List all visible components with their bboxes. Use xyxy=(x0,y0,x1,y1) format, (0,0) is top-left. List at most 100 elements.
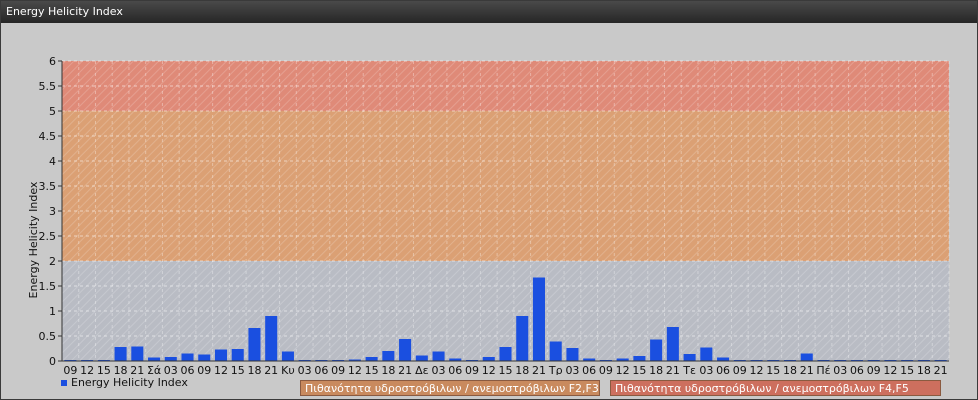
bar-21 xyxy=(415,355,428,361)
x-tick-label-23: 06 xyxy=(448,364,462,375)
x-axis: 09 12 15 18 21 Σά 03 06 09 12 15 18 21 Κυ 03 06 09 12 15 18… xyxy=(62,360,949,375)
bar-10 xyxy=(231,349,244,361)
x-tick-label-34: 15 xyxy=(632,364,646,375)
x-tick-label-32: 09 xyxy=(599,364,613,375)
x-tick-label-38: 03 xyxy=(699,364,713,375)
x-tick-label-12: 21 xyxy=(264,364,278,375)
x-tick-label-41: 12 xyxy=(750,364,764,375)
x-tick-label-0: 09 xyxy=(63,364,77,375)
bar-44 xyxy=(800,353,813,361)
series-legend: Energy Helicity Index xyxy=(61,376,188,389)
bar-19 xyxy=(382,351,395,361)
x-tick-label-49: 12 xyxy=(883,364,897,375)
bar-26 xyxy=(499,347,512,361)
bar-3 xyxy=(114,347,127,361)
x-tick-label-25: 12 xyxy=(482,364,496,375)
x-tick-label-20: 21 xyxy=(398,364,412,375)
series-legend-label: Energy Helicity Index xyxy=(71,376,188,389)
bar-35 xyxy=(650,339,663,361)
bar-34 xyxy=(633,356,646,361)
chart-area: 00.511.522.533.544.555.56 09 12 15 18 21 Σά 03… xyxy=(27,55,950,375)
bar-22 xyxy=(432,351,445,361)
bar-37 xyxy=(683,354,696,361)
y-axis-label: Energy Helicity Index xyxy=(27,181,40,298)
bar-28 xyxy=(532,277,545,361)
x-tick-label-35: 18 xyxy=(649,364,663,375)
bar-11 xyxy=(248,328,261,361)
window-title: Energy Helicity Index xyxy=(6,5,123,18)
bar-9 xyxy=(214,349,228,361)
x-tick-label-13: Κυ xyxy=(281,364,295,375)
x-tick-label-21: Δε xyxy=(415,364,429,375)
bar-29 xyxy=(549,341,562,361)
bar-8 xyxy=(198,354,211,361)
x-tick-label-6: 03 xyxy=(164,364,178,375)
x-tick-label-48: 09 xyxy=(867,364,881,375)
x-tick-label-42: 15 xyxy=(766,364,780,375)
x-tick-label-29: Τρ xyxy=(548,364,563,375)
y-tick-label-0: 0 xyxy=(49,355,56,368)
y-tick-label-12: 6 xyxy=(49,55,56,68)
x-tick-label-22: 03 xyxy=(432,364,446,375)
y-tick-label-1: 0.5 xyxy=(39,330,57,343)
y-tick-label-9: 4.5 xyxy=(39,130,57,143)
y-tick-label-3: 1.5 xyxy=(39,280,57,293)
bar-20 xyxy=(399,339,412,361)
x-tick-label-27: 18 xyxy=(515,364,529,375)
x-tick-label-4: 21 xyxy=(130,364,144,375)
x-tick-label-8: 09 xyxy=(197,364,211,375)
x-tick-label-40: 09 xyxy=(733,364,747,375)
x-tick-label-31: 06 xyxy=(582,364,596,375)
bar-13 xyxy=(281,351,294,361)
x-tick-label-46: 03 xyxy=(833,364,847,375)
bar-18 xyxy=(365,357,378,361)
bar-7 xyxy=(181,353,194,361)
y-tick-label-10: 5 xyxy=(49,105,56,118)
y-tick-label-7: 3.5 xyxy=(39,180,57,193)
x-tick-label-19: 18 xyxy=(381,364,395,375)
x-tick-label-37: Τε xyxy=(682,364,696,375)
bar-39 xyxy=(717,357,730,361)
x-tick-label-52: 21 xyxy=(934,364,948,375)
band-legend-f4-f5-label: Πιθανότητα υδροστρόβιλων / ανεμοστρόβιλω… xyxy=(615,382,909,395)
x-tick-label-45: Πέ xyxy=(816,364,830,375)
bar-38 xyxy=(700,347,713,361)
x-tick-label-1: 12 xyxy=(80,364,94,375)
x-tick-label-18: 15 xyxy=(365,364,379,375)
x-tick-label-47: 06 xyxy=(850,364,864,375)
band-legend-f2-f3-label: Πιθανότητα υδροστρόβιλων / ανεμοστρόβιλω… xyxy=(305,382,599,395)
bar-12 xyxy=(265,316,278,361)
y-tick-label-2: 1 xyxy=(49,305,56,318)
x-tick-label-5: Σά xyxy=(147,364,161,375)
y-tick-label-8: 4 xyxy=(49,155,56,168)
x-tick-label-28: 21 xyxy=(532,364,546,375)
x-tick-label-10: 15 xyxy=(231,364,245,375)
x-tick-label-33: 12 xyxy=(616,364,630,375)
bar-4 xyxy=(131,346,144,361)
x-tick-label-2: 15 xyxy=(97,364,111,375)
y-tick-label-4: 2 xyxy=(49,255,56,268)
series-swatch xyxy=(61,379,67,386)
bar-5 xyxy=(148,357,161,361)
y-tick-label-11: 5.5 xyxy=(39,80,57,93)
x-tick-label-50: 15 xyxy=(900,364,914,375)
band-legend-f4-f5: Πιθανότητα υδροστρόβιλων / ανεμοστρόβιλω… xyxy=(610,380,941,396)
y-axis: 0 0.5 1 1.5 2 2.5 3 3.5 4 4.5 5 5.5 6 xyxy=(39,55,63,368)
title-bar: Energy Helicity Index xyxy=(1,1,977,23)
x-tick-label-43: 18 xyxy=(783,364,797,375)
band-legend-f2-f3: Πιθανότητα υδροστρόβιλων / ανεμοστρόβιλω… xyxy=(300,380,600,396)
x-tick-label-39: 06 xyxy=(716,364,730,375)
bar-27 xyxy=(516,316,529,361)
bar-36 xyxy=(666,327,679,361)
x-tick-label-44: 21 xyxy=(800,364,814,375)
x-tick-label-16: 09 xyxy=(331,364,345,375)
x-tick-label-26: 15 xyxy=(499,364,513,375)
x-tick-label-36: 21 xyxy=(666,364,680,375)
bar-25 xyxy=(482,357,495,361)
x-tick-label-3: 18 xyxy=(114,364,128,375)
x-tick-label-30: 03 xyxy=(565,364,579,375)
x-tick-label-24: 09 xyxy=(465,364,479,375)
y-tick-label-6: 3 xyxy=(49,205,56,218)
x-tick-label-15: 06 xyxy=(314,364,328,375)
x-tick-label-17: 12 xyxy=(348,364,362,375)
